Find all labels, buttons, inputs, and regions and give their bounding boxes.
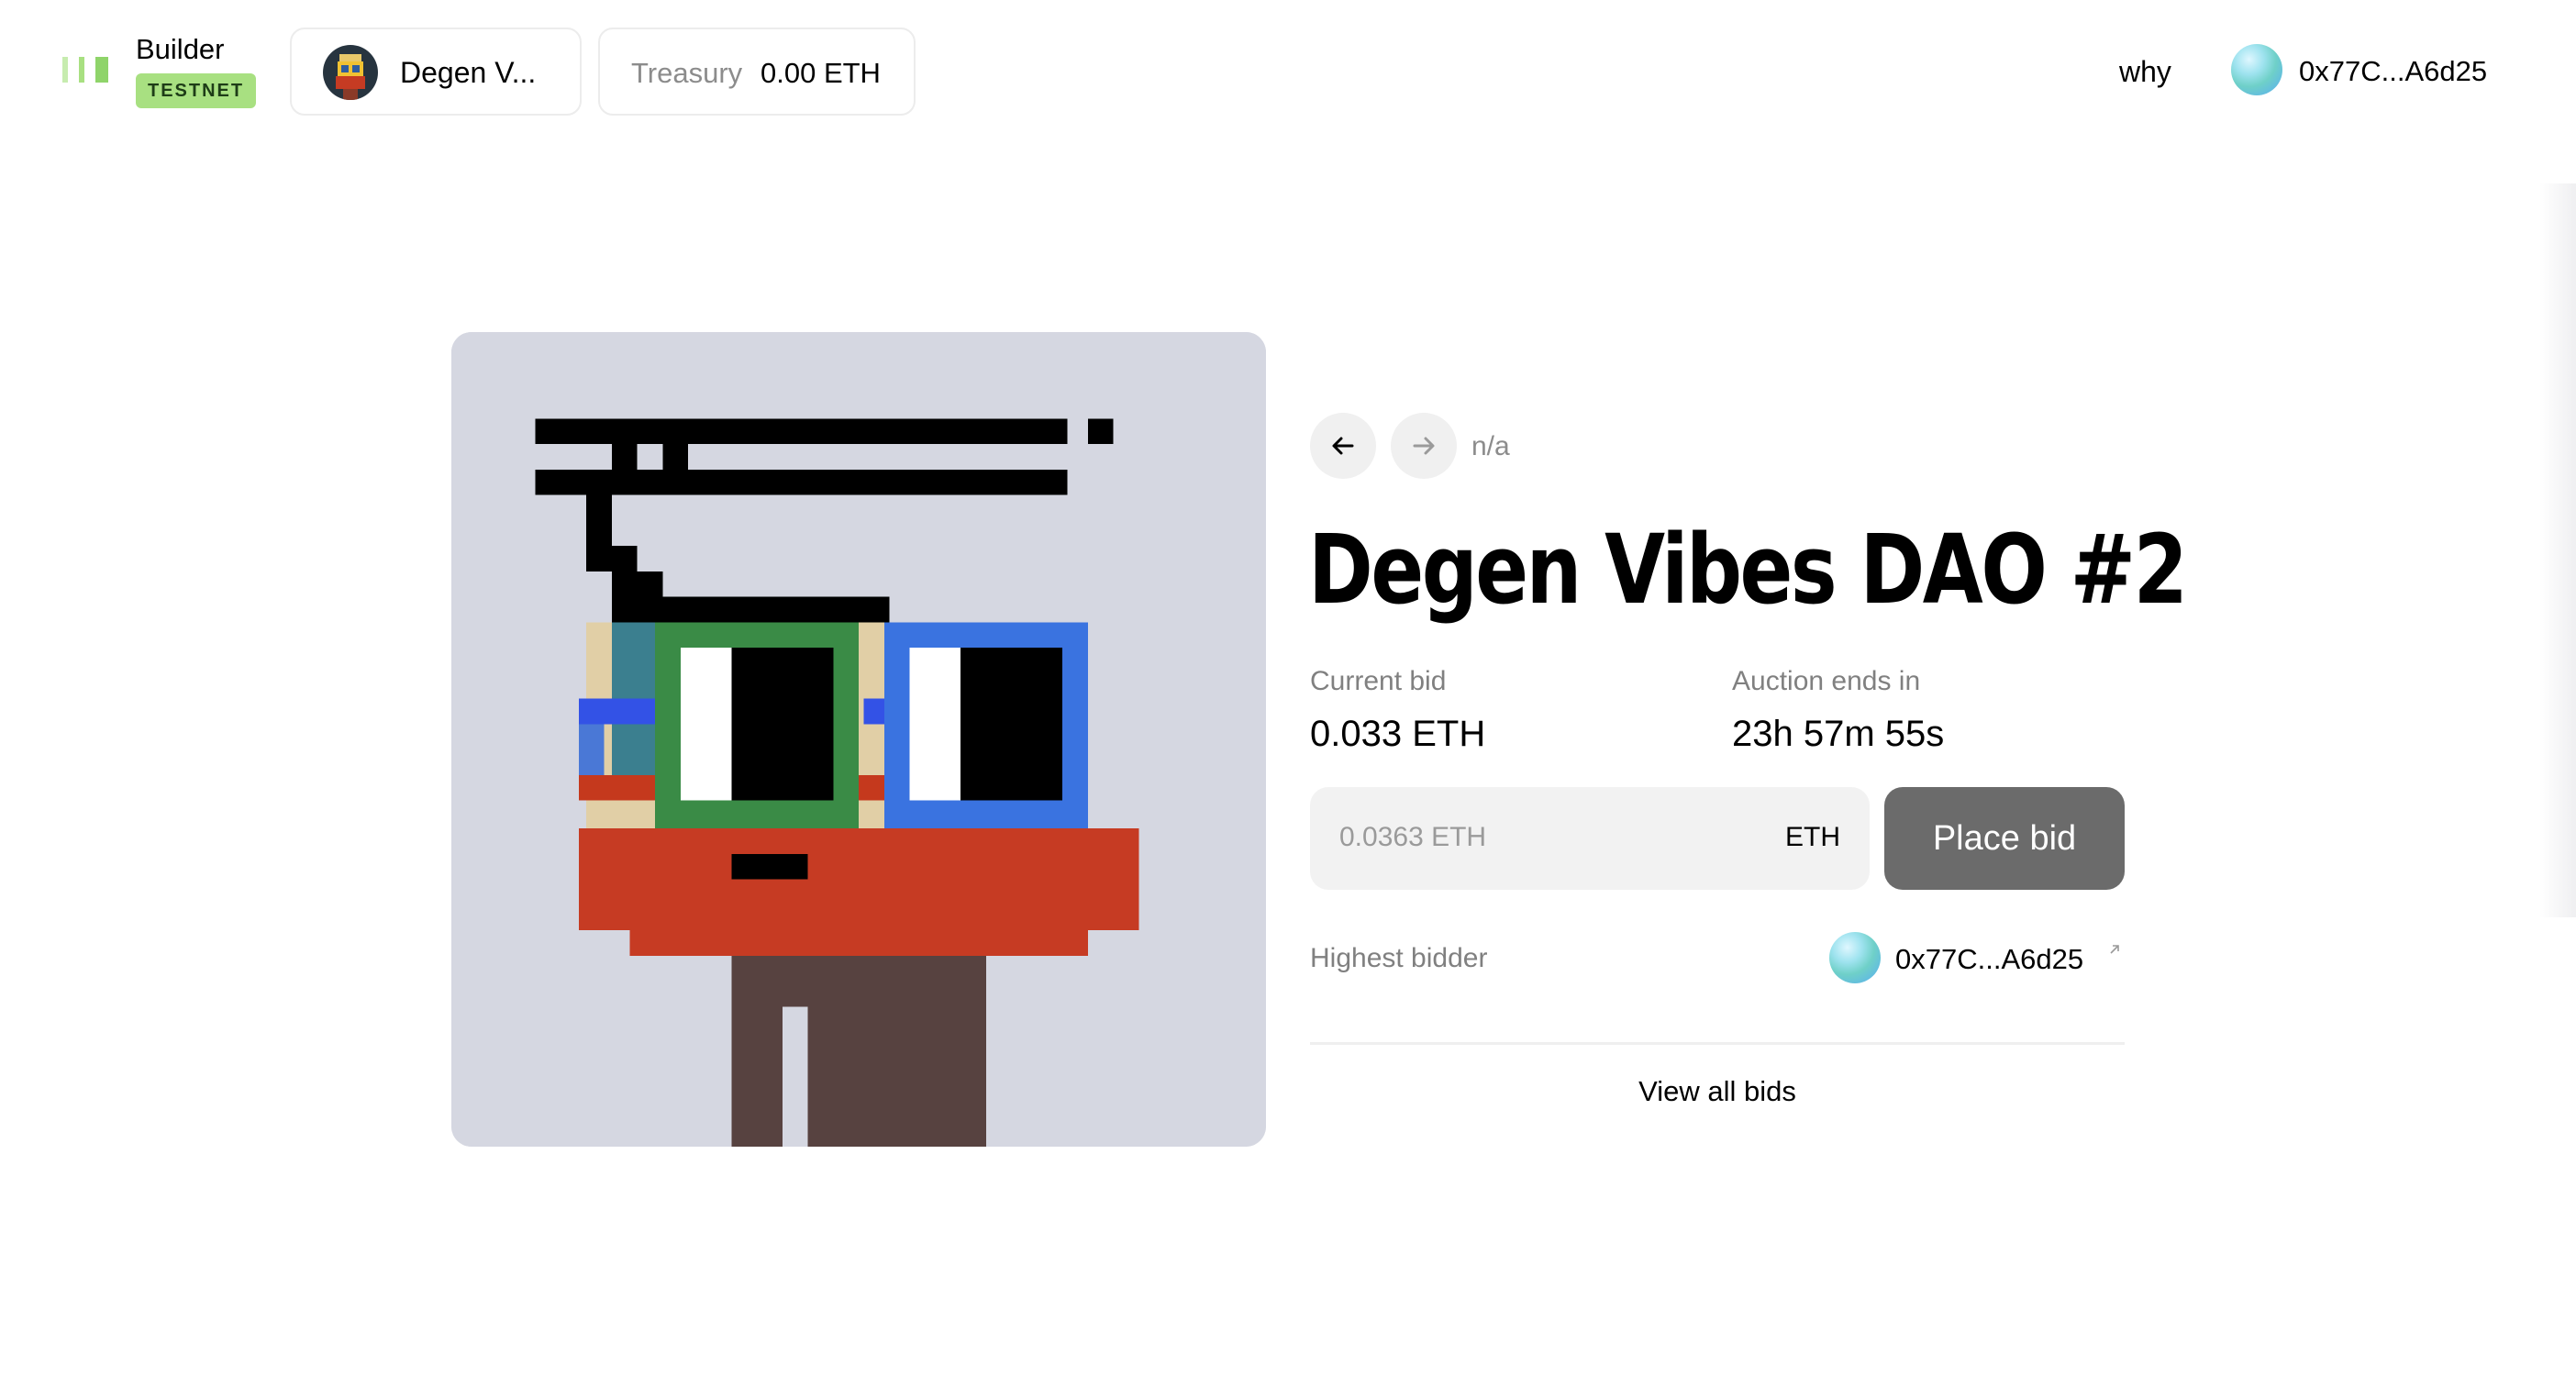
dao-switcher[interactable]: Degen V...: [290, 28, 582, 116]
highest-bidder-address: 0x77C...A6d25: [1895, 943, 2084, 975]
bidder-avatar-icon: [1829, 932, 1881, 983]
previous-token-button[interactable]: [1310, 413, 1376, 479]
token-title: Degen Vibes DAO #2: [1308, 514, 2188, 626]
highest-bidder-link[interactable]: 0x77C...A6d25: [1829, 932, 2126, 985]
token-artwork: [451, 332, 1266, 1147]
dao-avatar: [323, 45, 378, 100]
arrow-left-icon: [1332, 437, 1354, 455]
bids-divider: [1310, 1042, 2125, 1045]
auction-date: n/a: [1471, 431, 1510, 461]
external-link-icon: [2110, 945, 2119, 954]
bid-currency-unit: ETH: [1785, 822, 1840, 852]
view-all-bids-button[interactable]: View all bids: [1310, 1075, 2125, 1108]
current-bid-label: Current bid: [1310, 666, 1447, 696]
dao-name: Degen V...: [400, 56, 537, 89]
bid-amount-input[interactable]: 0.0363 ETH ETH: [1310, 787, 1870, 890]
page: Builder TESTNET Degen V... Treasury 0.00…: [0, 0, 2576, 1387]
nav-link-why[interactable]: why: [2119, 55, 2171, 89]
edge-shadow: [2539, 183, 2576, 917]
arrow-right-icon: [1413, 437, 1435, 455]
place-bid-button[interactable]: Place bid: [1884, 787, 2125, 890]
brand-name[interactable]: Builder: [136, 33, 225, 66]
treasury-label: Treasury: [631, 57, 743, 89]
testnet-badge: TESTNET: [136, 73, 257, 108]
auction-ends-label: Auction ends in: [1732, 666, 1921, 696]
treasury-pill[interactable]: Treasury 0.00 ETH: [598, 28, 916, 116]
next-token-button[interactable]: [1391, 413, 1457, 479]
treasury-value: 0.00 ETH: [761, 57, 881, 89]
current-bid-value: 0.033 ETH: [1310, 714, 1486, 754]
bid-input-placeholder: 0.0363 ETH: [1339, 822, 1487, 852]
builder-logo-icon[interactable]: [62, 57, 110, 83]
highest-bidder-label: Highest bidder: [1310, 943, 1488, 973]
wallet-address: 0x77C...A6d25: [2299, 55, 2488, 87]
top-nav: Builder TESTNET Degen V... Treasury 0.00…: [0, 0, 2576, 147]
auction-countdown: 23h 57m 55s: [1732, 714, 1945, 754]
pixel-art-image: [451, 332, 1266, 1147]
wallet-avatar-icon: [2231, 44, 2282, 95]
